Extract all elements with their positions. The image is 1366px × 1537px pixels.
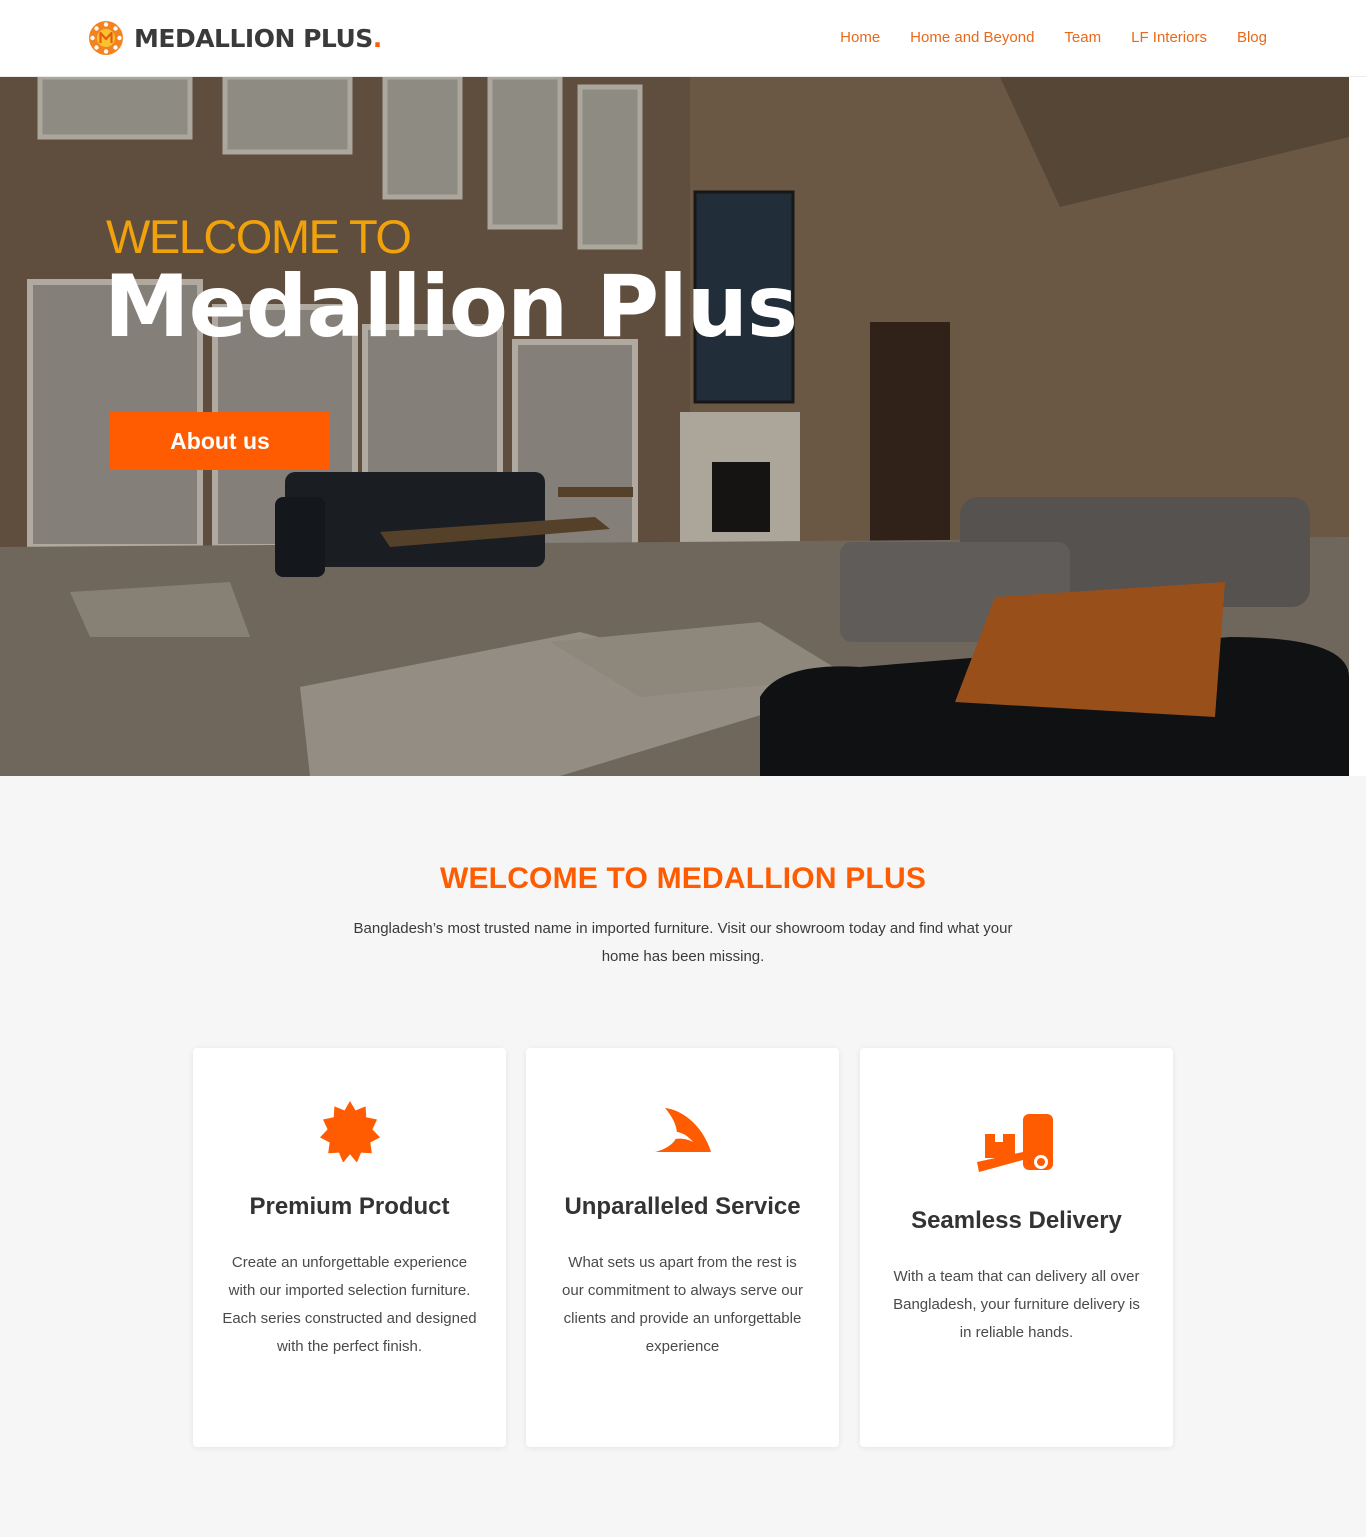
nav-home-and-beyond[interactable]: Home and Beyond <box>910 29 1034 46</box>
feature-description: What sets us apart from the rest is our … <box>562 1254 803 1355</box>
hero-title: Medallion Plus <box>104 257 798 357</box>
hand-truck-icon <box>976 1114 1053 1172</box>
nav-home[interactable]: Home <box>840 29 880 46</box>
medallion-logo-icon <box>89 21 123 55</box>
feature-card-unparalleled-service: Unparalleled Service What sets us apart … <box>526 1048 839 1447</box>
shark-fin-icon <box>654 1108 711 1152</box>
nav-team[interactable]: Team <box>1064 29 1101 46</box>
about-us-button[interactable]: About us <box>110 412 330 470</box>
badge-star-icon <box>319 1101 380 1162</box>
main-nav: Home Home and Beyond Team LF Interiors B… <box>840 29 1267 46</box>
feature-title: Seamless Delivery <box>911 1207 1122 1234</box>
welcome-description: Bangladesh’s most trusted name in import… <box>353 920 1013 965</box>
welcome-heading: WELCOME TO MEDALLION PLUS <box>439 862 927 895</box>
feature-title: Premium Product <box>249 1193 450 1220</box>
feature-description: Create an unforgettable experience with … <box>222 1254 477 1355</box>
feature-description: With a team that can delivery all over B… <box>893 1268 1140 1341</box>
brand-logo[interactable]: MEDALLION PLUS. <box>88 20 382 56</box>
hero-banner: WELCOME TO Medallion Plus About us <box>0 77 1349 776</box>
nav-blog[interactable]: Blog <box>1237 29 1267 46</box>
hero-kicker: WELCOME TO <box>106 210 412 263</box>
brand-name: MEDALLION PLUS. <box>134 23 382 53</box>
feature-card-premium-product: Premium Product Create an unforgettable … <box>193 1048 506 1447</box>
hero-side-gap <box>1349 77 1366 776</box>
feature-card-seamless-delivery: Seamless Delivery With a team that can d… <box>860 1048 1173 1447</box>
feature-title: Unparalleled Service <box>564 1193 801 1220</box>
nav-lf-interiors[interactable]: LF Interiors <box>1131 29 1207 46</box>
site-header: MEDALLION PLUS. Home Home and Beyond Tea… <box>0 0 1366 77</box>
